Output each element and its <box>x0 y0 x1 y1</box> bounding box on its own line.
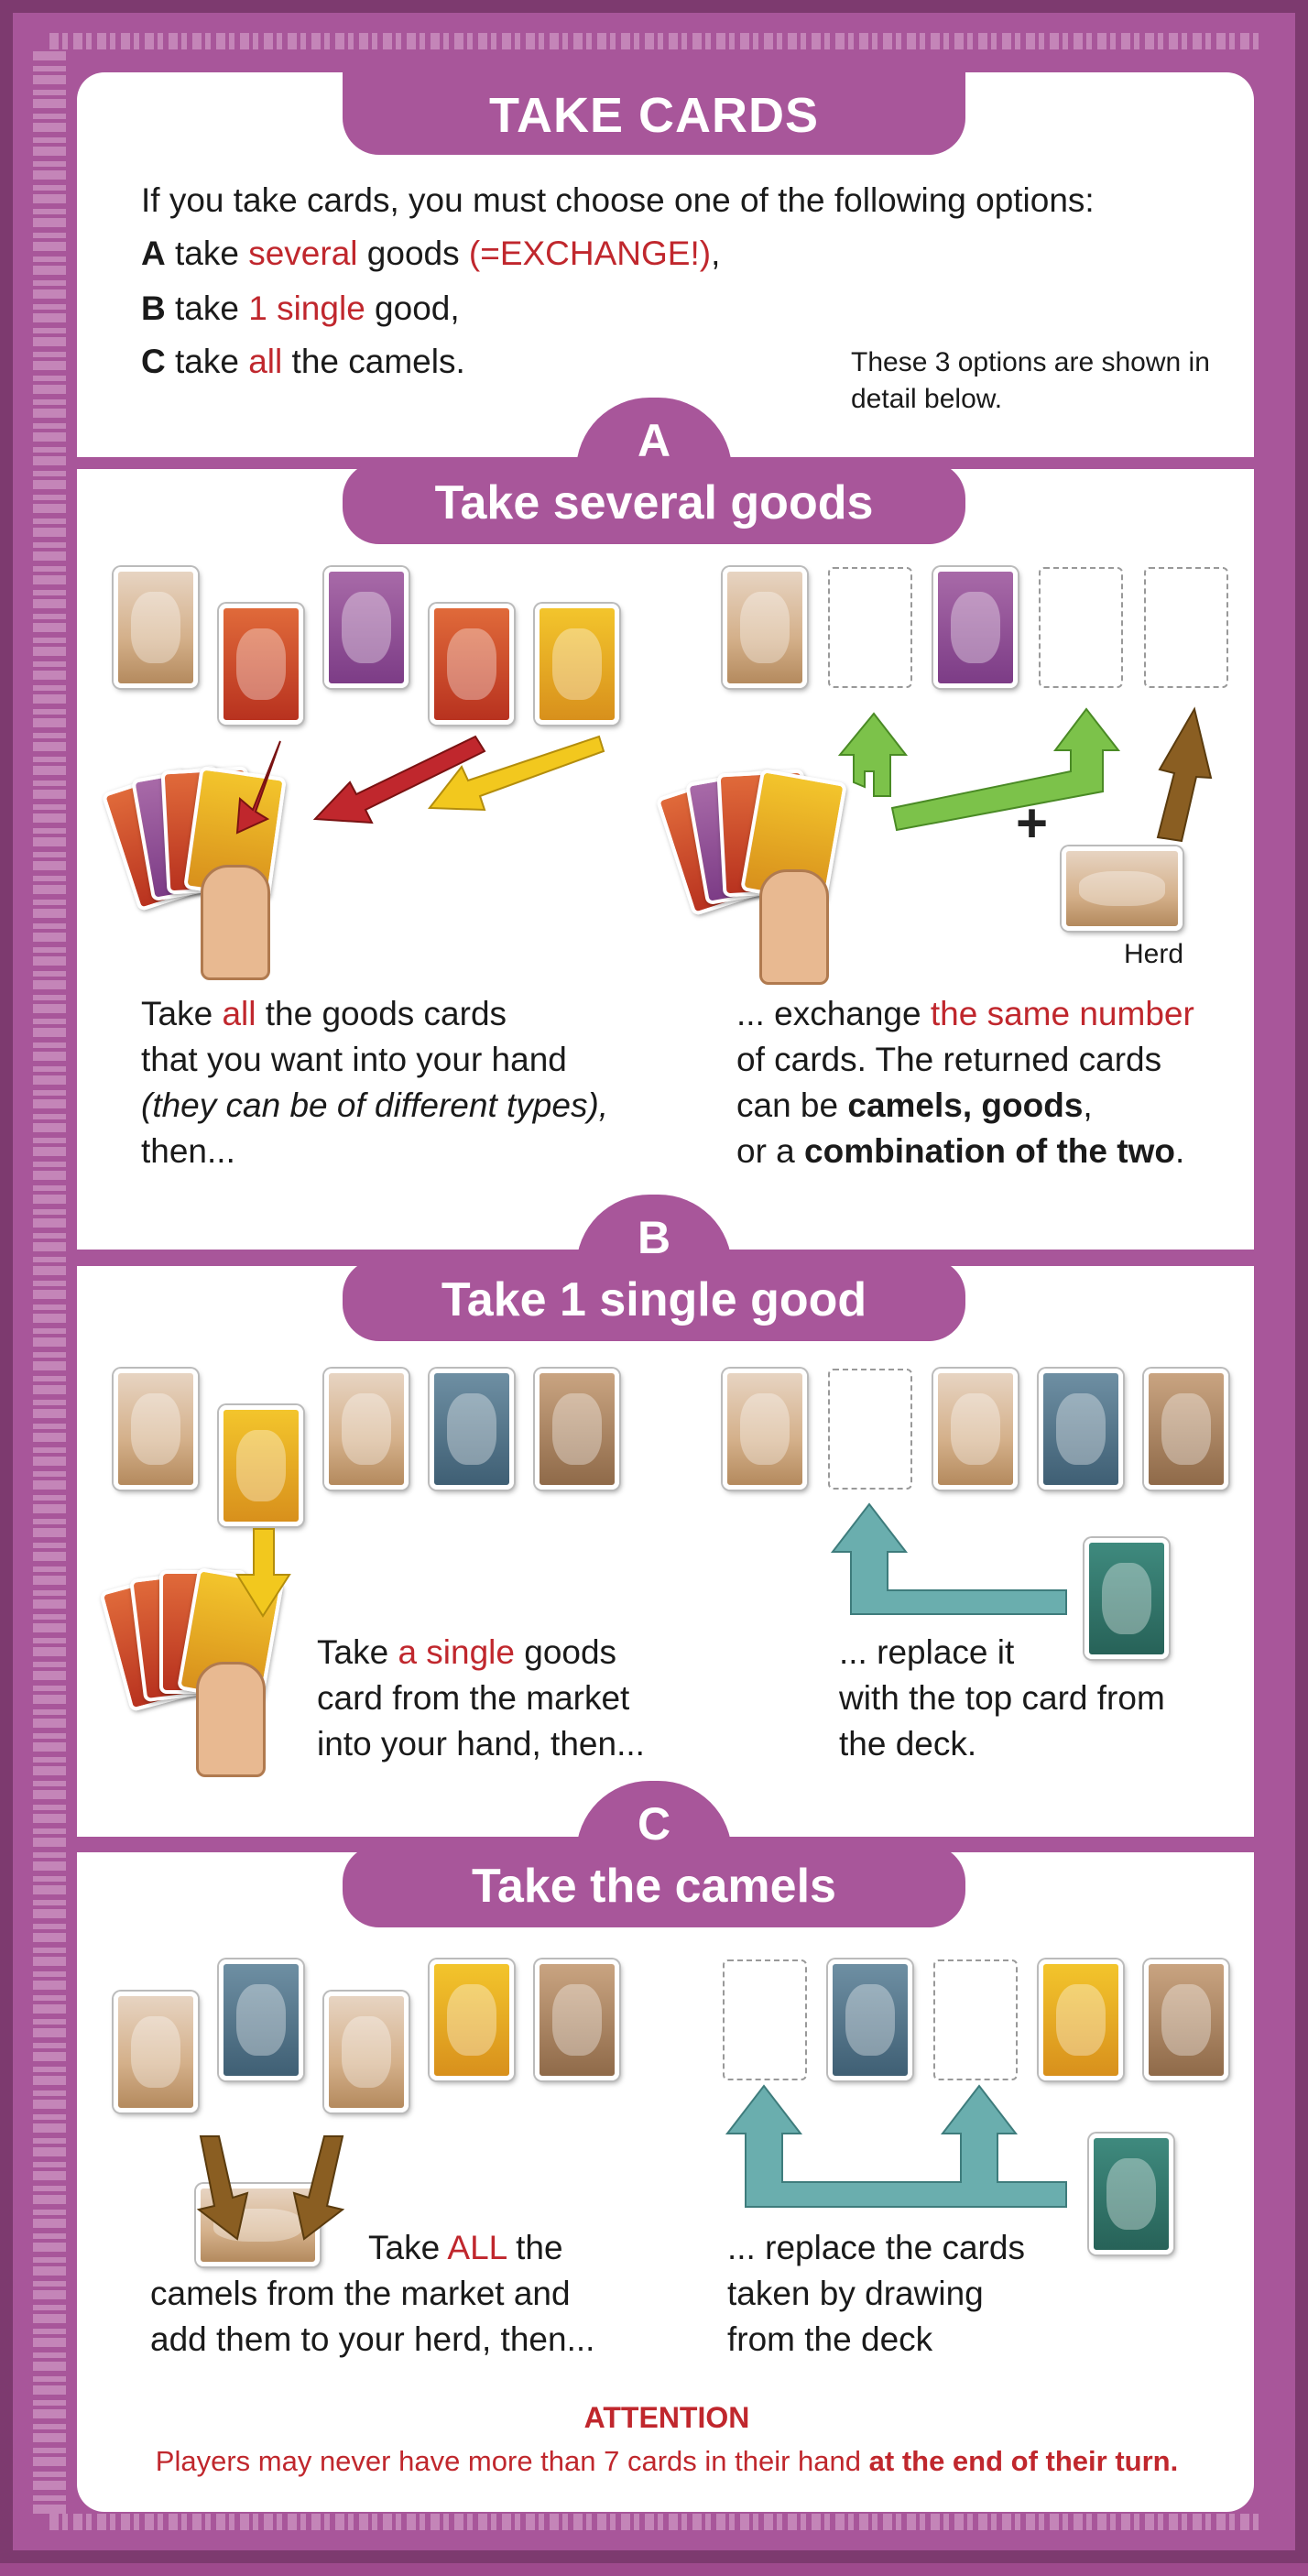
market-card-camel <box>114 1369 198 1490</box>
market-card-silver <box>1039 1369 1123 1490</box>
section-c-right-line2: taken by drawing <box>727 2275 984 2312</box>
section-c-left-line1: Take ALL the <box>368 2229 563 2266</box>
market-card-gold <box>219 1405 303 1526</box>
attention-heading: ATTENTION <box>583 2401 750 2434</box>
plus-sign: + <box>1016 792 1049 854</box>
section-b-left-line3: into your hand, then... <box>317 1725 645 1763</box>
market-card-camel <box>324 1369 409 1490</box>
section-c-right-line3: from the deck <box>727 2320 933 2358</box>
market-card-cloth <box>1144 1959 1228 2080</box>
section-b-title: Take 1 single good <box>343 1259 965 1341</box>
empty-slot <box>828 567 912 688</box>
market-card-silk <box>933 567 1018 688</box>
section-a-right-line4: or a combination of the two. <box>736 1132 1185 1170</box>
market-card-camel <box>723 1369 807 1490</box>
section-b-right-line3: the deck. <box>839 1725 977 1763</box>
section-a-right-line1: ... exchange the same number <box>736 995 1194 1032</box>
section-c-title: Take the camels <box>343 1845 965 1927</box>
market-card-cloth <box>535 1369 619 1490</box>
market-card-camel <box>723 567 807 688</box>
hand-icon <box>759 869 829 985</box>
option-c: C take all the camels. <box>141 343 465 380</box>
market-card-silver <box>828 1959 912 2080</box>
option-a: A take several goods (=EXCHANGE!), <box>141 235 721 272</box>
market-card-gold <box>1039 1959 1123 2080</box>
section-a-title: Take several goods <box>343 462 965 544</box>
section-b-right-line2: with the top card from <box>839 1679 1165 1717</box>
market-card-gold <box>430 1959 514 2080</box>
section-c-left-line3: add them to your herd, then... <box>150 2320 595 2358</box>
market-card-cloth <box>1144 1369 1228 1490</box>
market-card-camel <box>324 1992 409 2112</box>
section-a-right-line3: can be camels, goods, <box>736 1086 1093 1124</box>
rules-page: TAKE CARDS If you take cards, you must c… <box>0 0 1308 2563</box>
section-a-left-line4: then... <box>141 1132 235 1170</box>
right-border-pattern <box>49 49 66 2514</box>
market-card-silver <box>219 1959 303 2080</box>
market-card-cloth <box>535 1959 619 2080</box>
section-a-right-line2: of cards. The returned cards <box>736 1041 1162 1078</box>
market-card-chest <box>219 604 303 725</box>
market-card-camel <box>114 1992 198 2112</box>
empty-slot <box>1144 567 1228 688</box>
top-border-pattern <box>49 33 1259 49</box>
empty-slot <box>1039 567 1123 688</box>
section-b-right-line1: ... replace it <box>839 1633 1015 1671</box>
section-a-left-line2: that you want into your hand <box>141 1041 567 1078</box>
market-card-silver <box>430 1369 514 1490</box>
section-c-right-line1: ... replace the cards <box>727 2229 1025 2266</box>
hand-icon <box>201 865 270 980</box>
option-b: B take 1 single good, <box>141 289 460 327</box>
empty-slot <box>723 1959 807 2080</box>
herd-card-camel <box>196 2184 320 2266</box>
hand-icon <box>196 1662 266 1777</box>
section-b-left-line2: card from the market <box>317 1679 630 1717</box>
empty-slot <box>828 1369 912 1490</box>
deck-card <box>1085 1538 1169 1659</box>
section-c-left-line2: camels from the market and <box>150 2275 571 2312</box>
herd-label: Herd <box>1124 939 1184 969</box>
market-card-chest <box>430 604 514 725</box>
section-a-left-line1: Take all the goods cards <box>141 995 507 1032</box>
intro-line: If you take cards, you must choose one o… <box>141 181 1095 219</box>
section-a-left-line3: (they can be of different types), <box>141 1086 609 1124</box>
market-card-silk <box>324 567 409 688</box>
herd-card-camel <box>1062 846 1183 931</box>
empty-slot <box>933 1959 1018 2080</box>
options-note: These 3 options are shown in detail belo… <box>851 347 1210 414</box>
left-border-pattern <box>33 49 49 2514</box>
market-card-camel <box>933 1369 1018 1490</box>
page-title: TAKE CARDS <box>343 72 965 155</box>
bottom-border-pattern <box>49 2514 1259 2530</box>
deck-card <box>1089 2134 1173 2254</box>
market-card-gold <box>535 604 619 725</box>
attention-text: Players may never have more than 7 cards… <box>155 2445 1179 2477</box>
section-b-left-line1: Take a single goods <box>317 1633 617 1671</box>
market-card-camel <box>114 567 198 688</box>
